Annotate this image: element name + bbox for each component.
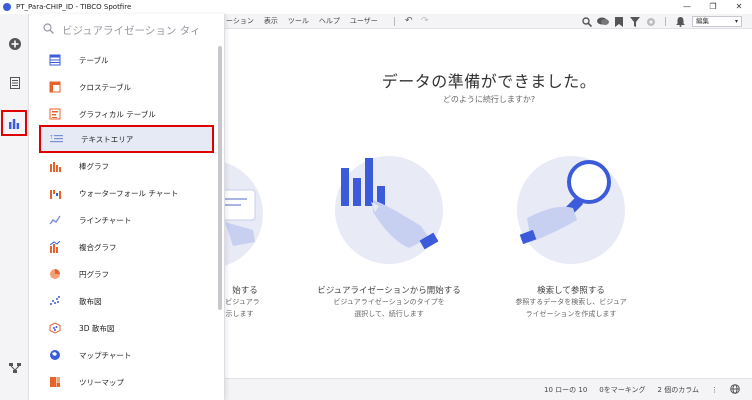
spotfire-logo-icon: [3, 3, 11, 11]
toolbar-right: 編集 ▾: [579, 16, 742, 27]
comments-icon[interactable]: [595, 16, 611, 27]
settings-icon[interactable]: [643, 16, 659, 27]
menu-bar: ーション 表示 ツール ヘルプ ユーザー ↶ ↷ 編集 ▾: [224, 14, 752, 29]
start-from-visualization-illustration: [335, 156, 443, 264]
left-navigation-bar: [0, 14, 29, 400]
redo-icon[interactable]: ↷: [417, 16, 433, 27]
viz-item-pie-chart[interactable]: 円グラフ: [39, 262, 214, 286]
close-button[interactable]: ✕: [726, 0, 752, 14]
map-chart-icon: [47, 348, 63, 362]
viz-item-label: ラインチャート: [79, 215, 132, 225]
window-title: PT_Para-CHIP_ID - TIBCO Spotfire: [16, 3, 132, 11]
viz-item-line-chart[interactable]: ラインチャート: [39, 208, 214, 232]
menu-user[interactable]: ユーザー: [350, 16, 378, 26]
viz-item-label: テキストエリア: [81, 134, 134, 144]
viz-item-waterfall-chart[interactable]: ウォーターフォール チャート: [39, 181, 214, 205]
viz-item-label: ウォーターフォール チャート: [79, 188, 179, 198]
viz-item-label: テーブル: [79, 55, 109, 65]
line-chart-icon: [47, 213, 63, 227]
data-panel-icon[interactable]: [0, 72, 29, 94]
viz-item-label: 円グラフ: [79, 269, 109, 279]
title-bar: PT_Para-CHIP_ID - TIBCO Spotfire — ❐ ✕: [0, 0, 752, 14]
minimize-button[interactable]: —: [674, 0, 700, 14]
viz-item-label: 棒グラフ: [79, 161, 109, 171]
row-count-status: 10 ローの 10: [544, 385, 588, 394]
combination-chart-icon: [47, 240, 63, 254]
more-options-icon[interactable]: ⋮: [711, 386, 718, 394]
pie-chart-icon: [47, 267, 63, 281]
visualization-type-panel: ビジュアライゼーション タィ テーブル クロステーブル グラフィカル テーブル …: [29, 14, 225, 400]
viz-item-table[interactable]: テーブル: [39, 48, 214, 72]
viz-item-label: ツリーマップ: [79, 377, 124, 387]
data-relations-icon[interactable]: [0, 357, 29, 379]
bar-chart-icon: [9, 119, 20, 129]
table-icon: [47, 53, 63, 67]
search-and-browse-illustration: [517, 156, 625, 264]
start-from-visualization-title: ビジュアライゼーションから開始する: [317, 286, 461, 296]
menu-help[interactable]: ヘルプ: [319, 16, 340, 26]
viz-item-map-chart[interactable]: マップチャート: [39, 343, 214, 367]
visualization-types-button[interactable]: [1, 110, 27, 136]
cross-table-icon: [47, 80, 63, 94]
toolbar-separator: [665, 17, 666, 26]
main-canvas: データの準備ができました。 どのように続行しますか? 始する 、ビジュアラ 表示…: [155, 30, 752, 378]
bar-chart-icon: [47, 159, 63, 173]
scatter-plot-icon: [47, 294, 63, 308]
viz-item-text-area[interactable]: T テキストエリア: [39, 125, 214, 153]
start-from-visualization-desc-line-1: ビジュアライゼーションのタイプを: [333, 298, 445, 306]
viz-item-label: 3D 散布図: [79, 323, 115, 333]
search-and-browse-desc-line-2: ライゼーションを作成します: [525, 310, 617, 318]
viz-item-label: 散布図: [79, 296, 102, 306]
notification-bell-icon[interactable]: [672, 16, 688, 27]
waterfall-chart-icon: [47, 186, 63, 200]
text-area-icon: T: [49, 132, 65, 146]
visualization-search-input[interactable]: ビジュアライゼーション タィ: [62, 23, 201, 38]
search-and-browse-desc-line-1: 参照するデータを検索し、ビジュア: [515, 298, 627, 306]
menu-tools[interactable]: ツール: [288, 16, 309, 26]
undo-icon[interactable]: ↶: [401, 16, 417, 27]
menu-separator: [393, 16, 395, 26]
viz-item-label: 複合グラフ: [79, 242, 117, 252]
marking-status: 0をマーキング: [599, 385, 646, 394]
viz-item-label: グラフィカル テーブル: [79, 109, 156, 119]
bookmark-icon[interactable]: [611, 16, 627, 27]
viz-item-label: クロステーブル: [79, 82, 132, 92]
start-from-visualization-desc-line-2: 選択して、続行します: [354, 310, 424, 318]
viz-item-scatter-plot[interactable]: 散布図: [39, 289, 214, 313]
search-and-browse-title: 検索して参照する: [537, 286, 605, 296]
viz-item-3d-scatter-plot[interactable]: 3D 散布図: [39, 316, 214, 340]
chevron-down-icon: ▾: [734, 18, 738, 25]
treemap-icon: [47, 375, 63, 389]
status-bar: 10 ローの 10 0をマーキング 2 個のカラム ⋮: [224, 378, 752, 400]
filter-icon[interactable]: [627, 16, 643, 27]
add-icon[interactable]: [0, 33, 29, 55]
viz-item-combination-chart[interactable]: 複合グラフ: [39, 235, 214, 259]
menu-visualization[interactable]: ーション: [226, 16, 254, 26]
graphical-table-icon: [47, 107, 63, 121]
page-title: データの準備ができました。: [381, 72, 597, 91]
viz-item-cross-table[interactable]: クロステーブル: [39, 75, 214, 99]
viz-item-bar-chart[interactable]: 棒グラフ: [39, 154, 214, 178]
edit-mode-value: 編集: [696, 17, 709, 25]
maximize-button[interactable]: ❐: [700, 0, 726, 14]
viz-item-treemap[interactable]: ツリーマップ: [39, 370, 214, 394]
3d-scatter-plot-icon: [47, 321, 63, 335]
globe-icon[interactable]: [730, 383, 740, 396]
page-subtitle: どのように続行しますか?: [442, 95, 536, 104]
viz-item-label: マップチャート: [79, 350, 132, 360]
column-count-status: 2 個のカラム: [657, 385, 699, 394]
svg-text:T: T: [50, 135, 54, 141]
search-icon: [43, 23, 54, 37]
search-icon[interactable]: [579, 16, 595, 27]
panel-scrollbar[interactable]: [218, 46, 222, 310]
menu-view[interactable]: 表示: [264, 16, 278, 26]
edit-mode-select[interactable]: 編集 ▾: [692, 16, 742, 27]
visualization-search-row[interactable]: ビジュアライゼーション タィ: [29, 14, 225, 46]
window-controls: — ❐ ✕: [674, 0, 752, 14]
viz-item-graphical-table[interactable]: グラフィカル テーブル: [39, 102, 214, 126]
